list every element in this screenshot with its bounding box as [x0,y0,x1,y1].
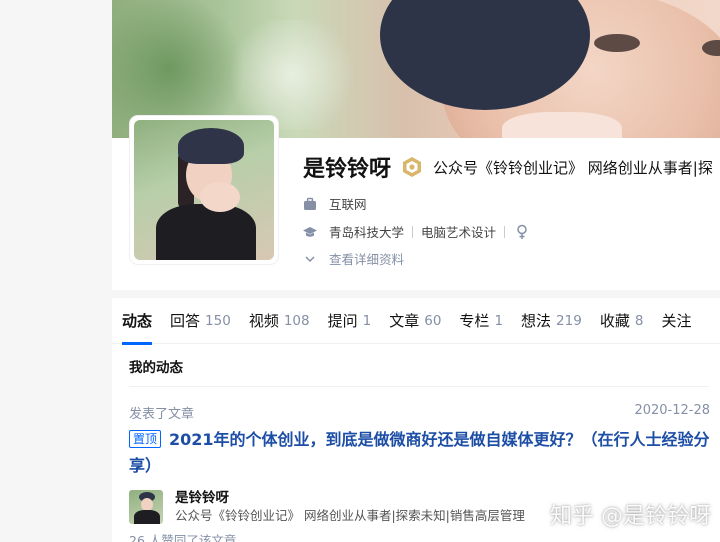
tab-activity[interactable]: 动态 [122,298,153,345]
profile-name-row: 是铃铃呀 公众号《铃铃创业记》 网络创业从事者|探 [303,152,713,182]
divider [412,225,414,238]
tab-count: 1 [362,312,372,329]
author-avatar[interactable] [129,490,163,524]
author-name[interactable]: 是铃铃呀 [175,486,229,506]
industry-text: 互联网 [329,197,367,212]
profile-tabs: 动态 回答 150 视频 108 提问 1 文章 60 专栏 1 想法 219 收藏 8 关注 [112,298,720,345]
profile-headline: 公众号《铃铃创业记》 网络创业从事者|探 [433,158,713,177]
tab-count: 60 [424,312,442,329]
school-text: 青岛科技大学 [329,225,405,240]
divider [129,386,709,387]
chevron-down-icon [305,255,315,262]
tab-articles[interactable]: 文章 60 [389,298,441,344]
tab-collections[interactable]: 收藏 8 [600,298,644,344]
tab-label: 视频 [248,312,279,330]
tab-count: 108 [283,312,310,329]
industry-row: 互联网 [303,194,367,213]
tab-label: 动态 [122,312,153,330]
major-text: 电脑艺术设计 [421,225,497,240]
verified-badge-icon[interactable] [401,156,423,178]
tab-questions[interactable]: 提问 1 [328,298,372,344]
tab-label: 专栏 [459,312,490,330]
briefcase-icon [304,197,316,210]
tab-label: 提问 [327,312,358,330]
activity-action: 发表了文章 [129,407,195,422]
activity-date: 2020-12-28 [634,403,710,418]
tab-count: 8 [634,312,644,329]
tab-count: 150 [205,312,231,329]
tab-answers[interactable]: 回答 150 [170,298,231,344]
female-gender-icon [517,224,527,239]
article-title-link[interactable]: 2021年的个体创业，到底是做微商好还是做自媒体更好？（在行人士经验分享） [129,430,710,475]
profile-name: 是铃铃呀 [303,157,392,182]
view-details-link[interactable]: 查看详细资料 [303,249,404,268]
education-row: 青岛科技大学 电脑艺术设计 [303,222,529,241]
tab-count: 1 [494,312,504,329]
profile-avatar[interactable] [130,116,278,264]
tab-label: 收藏 [599,312,630,330]
tab-columns[interactable]: 专栏 1 [459,298,503,344]
divider [504,225,506,238]
section-title: 我的动态 [129,360,183,376]
tab-label: 想法 [521,312,552,330]
tab-label: 回答 [170,312,201,330]
vote-count: 26 人赞同了该文章 [129,533,237,542]
author-headline: 公众号《铃铃创业记》 网络创业从事者|探索未知|销售高层管理 [175,508,525,523]
view-details-label: 查看详细资料 [329,252,405,267]
zhihu-watermark: 知乎 @是铃铃呀 [550,504,711,529]
tab-videos[interactable]: 视频 108 [249,298,310,344]
article-title[interactable]: 置顶 2021年的个体创业，到底是做微商好还是做自媒体更好？（在行人士经验分享） [129,427,714,479]
tab-count: 219 [556,312,582,329]
graduation-cap-icon [303,226,317,237]
tab-label: 文章 [389,312,420,330]
tab-label: 关注 [661,312,692,330]
tab-pins[interactable]: 想法 219 [521,298,582,344]
tab-following[interactable]: 关注 [661,298,691,344]
pinned-badge: 置顶 [129,430,162,448]
